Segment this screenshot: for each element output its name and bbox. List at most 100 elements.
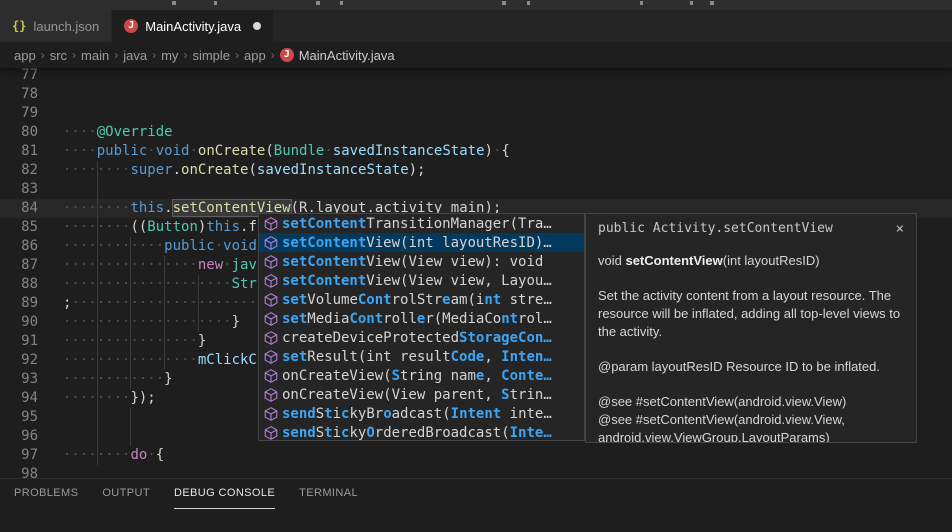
suggestion-text: roll: [383, 311, 417, 327]
suggestion-text: ,: [484, 349, 501, 365]
modified-dot-icon[interactable]: [253, 22, 261, 30]
panel-tab-problems[interactable]: PROBLEMS: [14, 487, 78, 509]
docs-header-row: public Activity.setContentView ×: [586, 214, 916, 236]
breadcrumb-segment[interactable]: java: [123, 48, 147, 63]
line-number[interactable]: 84: [0, 199, 38, 218]
suggestion-text: S: [316, 425, 324, 441]
line-number[interactable]: 92: [0, 351, 38, 370]
breadcrumb: app›src›main›java›my›simple›app›JMainAct…: [0, 42, 952, 68]
code-token: ·: [147, 447, 155, 463]
line-number[interactable]: 96: [0, 427, 38, 446]
close-icon[interactable]: ×: [894, 222, 906, 236]
method-icon: [263, 235, 279, 251]
code-line[interactable]: 79: [0, 104, 952, 123]
code-editor[interactable]: 77787980····@Override81····public·void·o…: [0, 68, 952, 478]
editor-tab-launch-json[interactable]: {}launch.json: [0, 10, 112, 42]
suggestion-text: Result(int result: [307, 349, 450, 365]
code-line[interactable]: 78: [0, 85, 952, 104]
suggestion-text: t: [324, 425, 332, 441]
code-token: {: [156, 447, 164, 463]
line-number[interactable]: 78: [0, 85, 38, 104]
code-text: ····················Str: [63, 275, 257, 294]
code-token: Str: [232, 276, 257, 292]
docs-paragraph: @param layoutResID Resource ID to be inf…: [598, 358, 904, 376]
line-number[interactable]: 79: [0, 104, 38, 123]
line-number[interactable]: 93: [0, 370, 38, 389]
method-icon: [263, 254, 279, 270]
suggestion-item[interactable]: setContentView(int layoutResID)…: [259, 233, 584, 252]
line-number[interactable]: 82: [0, 161, 38, 180]
suggestion-item[interactable]: sendStickyOrderedBroadcast(Inte…: [259, 423, 584, 441]
suggestion-item[interactable]: setContentView(View view): void: [259, 252, 584, 271]
code-token: ·: [189, 143, 197, 159]
code-token: Button: [147, 219, 198, 235]
suggestion-item[interactable]: onCreateView(View parent, Strin…: [259, 385, 584, 404]
signature-params: (int layoutResID): [723, 253, 820, 268]
chevron-right-icon: ›: [41, 48, 45, 62]
panel-tab-debug-console[interactable]: DEBUG CONSOLE: [174, 487, 275, 509]
code-line[interactable]: 77: [0, 68, 952, 85]
line-number[interactable]: 98: [0, 465, 38, 478]
code-line[interactable]: 82········super.onCreate(savedInstanceSt…: [0, 161, 952, 180]
code-line[interactable]: 97········do·{: [0, 446, 952, 465]
code-token: ·: [223, 257, 231, 273]
breadcrumb-segment[interactable]: app: [244, 48, 266, 63]
docs-body: void setContentView(int layoutResID) Set…: [586, 252, 916, 443]
method-icon: [263, 216, 279, 232]
panel-tab-terminal[interactable]: TERMINAL: [299, 487, 358, 509]
editor-tab-mainactivity-java[interactable]: JMainActivity.java: [112, 10, 274, 42]
suggestion-item[interactable]: setVolumeControlStream(int stre…: [259, 290, 584, 309]
code-token: ········: [63, 219, 130, 235]
line-number[interactable]: 97: [0, 446, 38, 465]
line-number[interactable]: 85: [0, 218, 38, 237]
method-icon: [263, 387, 279, 403]
code-text: ················new·jav: [63, 256, 257, 275]
suggestion-text: View(View view, Layou…: [366, 273, 551, 289]
suggestion-item[interactable]: setContentTransitionManager(Tra…: [259, 214, 584, 233]
breadcrumb-segment[interactable]: my: [161, 48, 178, 63]
line-number[interactable]: 90: [0, 313, 38, 332]
method-icon: [263, 349, 279, 365]
suggestion-item[interactable]: setMediaController(MediaControl…: [259, 309, 584, 328]
breadcrumb-segment[interactable]: simple: [192, 48, 230, 63]
panel-tab-output[interactable]: OUTPUT: [102, 487, 150, 509]
suggestion-item[interactable]: createDeviceProtectedStorageCon…: [259, 328, 584, 347]
suggestion-text: r(MediaCo: [425, 311, 501, 327]
code-line[interactable]: 98: [0, 465, 952, 478]
code-token: }: [232, 314, 240, 330]
breadcrumb-file[interactable]: JMainActivity.java: [280, 48, 395, 63]
indent-guide: [97, 408, 98, 427]
line-number[interactable]: 89: [0, 294, 38, 313]
suggestion-item[interactable]: sendStickyBroadcast(Intent inte…: [259, 404, 584, 423]
suggestion-item[interactable]: onCreateView(String name, Conte…: [259, 366, 584, 385]
suggestion-item[interactable]: setResult(int resultCode, Inten…: [259, 347, 584, 366]
line-number[interactable]: 80: [0, 123, 38, 142]
code-line[interactable]: 80····@Override: [0, 123, 952, 142]
line-number[interactable]: 86: [0, 237, 38, 256]
method-icon: [263, 292, 279, 308]
suggestion-text: onCreateView(: [282, 368, 392, 384]
line-number[interactable]: 77: [0, 68, 38, 85]
breadcrumb-segment[interactable]: src: [50, 48, 67, 63]
suggestion-text: Cont: [349, 311, 383, 327]
code-token: );: [409, 162, 426, 178]
line-number[interactable]: 81: [0, 142, 38, 161]
suggestion-text: onCreateView(View parent,: [282, 387, 501, 403]
java-icon: J: [124, 19, 138, 33]
line-number[interactable]: 95: [0, 408, 38, 427]
tab-label: launch.json: [33, 19, 99, 34]
line-number[interactable]: 94: [0, 389, 38, 408]
breadcrumb-segment[interactable]: main: [81, 48, 109, 63]
suggestion-item[interactable]: setContentView(View view, Layou…: [259, 271, 584, 290]
indent-guide: [97, 180, 98, 199]
line-number[interactable]: 91: [0, 332, 38, 351]
suggestion-text: rol…: [518, 311, 552, 327]
method-icon: [263, 425, 279, 441]
suggestion-text: TransitionManager(Tra…: [366, 216, 551, 232]
breadcrumb-segment[interactable]: app: [14, 48, 36, 63]
code-line[interactable]: 83: [0, 180, 952, 199]
code-line[interactable]: 81····public·void·onCreate(Bundle·savedI…: [0, 142, 952, 161]
line-number[interactable]: 87: [0, 256, 38, 275]
line-number[interactable]: 83: [0, 180, 38, 199]
line-number[interactable]: 88: [0, 275, 38, 294]
